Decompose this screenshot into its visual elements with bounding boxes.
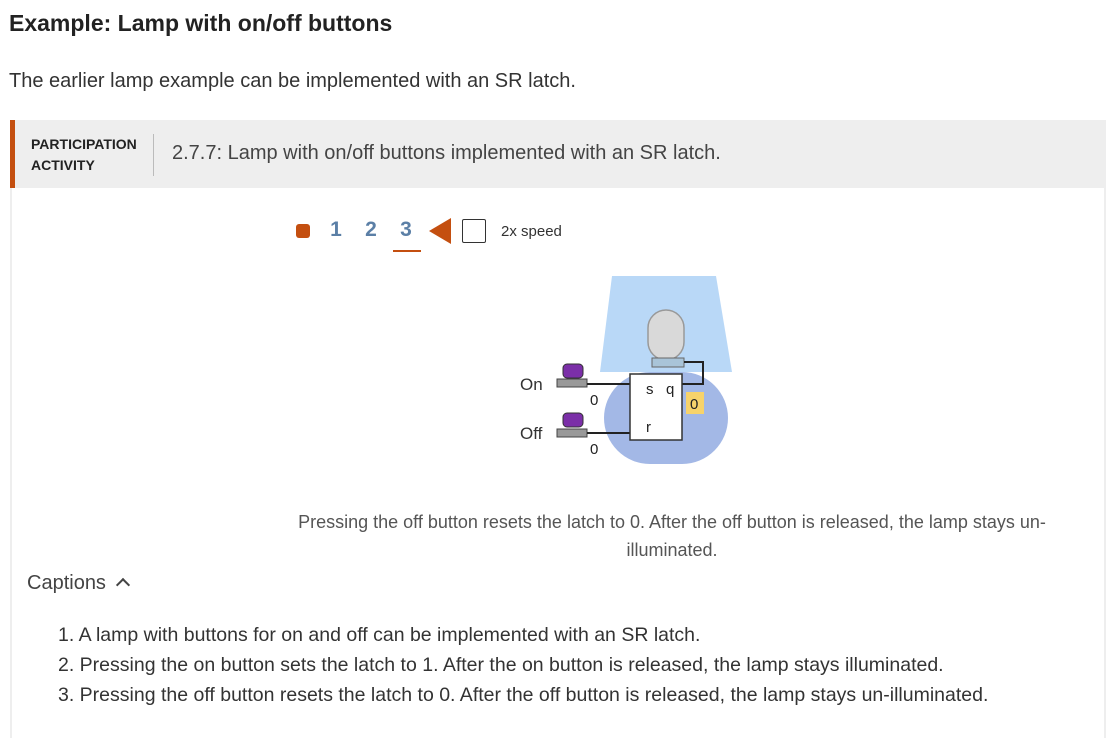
off-button-base[interactable] xyxy=(556,428,588,438)
on-button-base[interactable] xyxy=(556,378,588,388)
q-value: 0 xyxy=(690,396,698,413)
reset-wire-value: 0 xyxy=(590,441,598,458)
bulb-socket xyxy=(651,357,685,368)
caption-item: 2. Pressing the on button sets the latch… xyxy=(58,654,944,676)
caption-item: 1. A lamp with buttons for on and off ca… xyxy=(58,624,701,646)
on-label: On xyxy=(520,375,543,394)
caption-item: 3. Pressing the off button resets the la… xyxy=(58,684,989,706)
chevron-up-icon xyxy=(115,577,131,593)
lamp-bulb-icon xyxy=(647,309,685,361)
set-wire-value: 0 xyxy=(590,392,598,409)
step-caption: Pressing the off button resets the latch… xyxy=(298,512,1046,560)
off-label: Off xyxy=(520,424,543,443)
latch-q-label: q xyxy=(666,381,674,398)
captions-toggle-label: Captions xyxy=(27,572,106,594)
latch-r-label: r xyxy=(646,419,651,436)
captions-toggle[interactable]: Captions xyxy=(27,572,131,595)
off-button-cap[interactable] xyxy=(562,412,584,428)
latch-s-label: s xyxy=(646,381,654,398)
caption-list: 1. A lamp with buttons for on and off ca… xyxy=(58,620,988,710)
on-button-cap[interactable] xyxy=(562,363,584,379)
